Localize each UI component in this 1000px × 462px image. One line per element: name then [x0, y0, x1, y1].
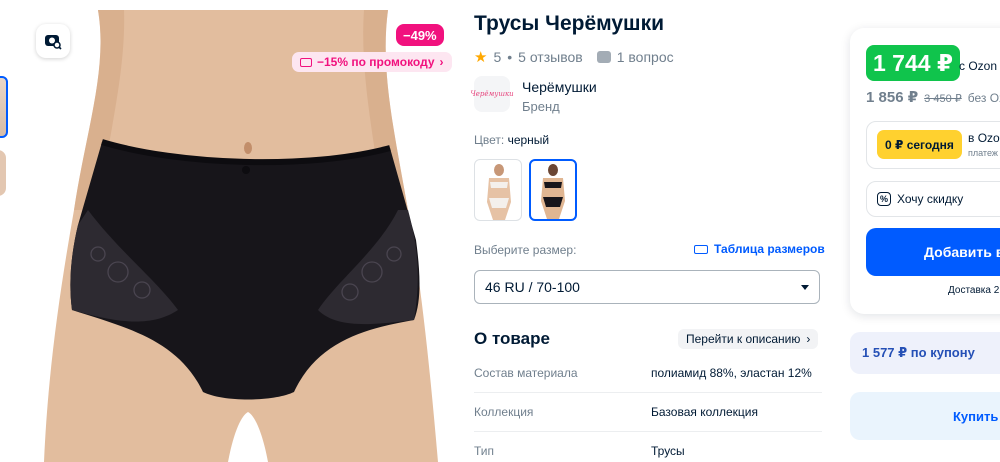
spec-value[interactable]: Трусы	[651, 444, 685, 458]
color-variant-black[interactable]	[529, 159, 577, 221]
rating-row[interactable]: ★ 5 • 5 отзывов 1 вопрос	[474, 48, 674, 66]
star-icon: ★	[474, 49, 488, 66]
gallery-thumbnail[interactable]	[0, 150, 6, 196]
chevron-right-icon: ›	[439, 55, 444, 69]
ticket-icon	[300, 57, 312, 67]
promo-text: −15% по промокоду	[317, 55, 435, 69]
camera-search-icon	[45, 35, 62, 50]
goto-description-text: Перейти к описанию	[686, 332, 801, 346]
delivery-info: Доставка 2	[948, 285, 1000, 296]
color-variant-white[interactable]	[474, 159, 522, 221]
buy-now-button[interactable]: Купить	[850, 392, 1000, 440]
size-select[interactable]: 46 RU / 70-100	[474, 270, 820, 304]
want-discount-button[interactable]: % Хочу скидку	[866, 181, 1000, 217]
about-heading: О товаре	[474, 329, 550, 348]
image-search-button[interactable]	[36, 24, 70, 58]
size-label: Выберите размер:	[474, 243, 577, 257]
installment-today-badge: 0 ₽ сегодня	[877, 130, 962, 159]
brand-block[interactable]: Черёмушки Черёмушки Бренд	[470, 76, 597, 114]
spec-value[interactable]: Базовая коллекция	[651, 405, 758, 419]
brand-label: Бренд	[522, 99, 560, 114]
specs-table: Состав материала полиамид 88%, эластан 1…	[474, 354, 822, 462]
color-label-text: Цвет:	[474, 133, 505, 147]
regular-price-row: 1 856 ₽ 3 450 ₽ без Oz	[866, 88, 1000, 106]
brand-logo: Черёмушки	[470, 76, 514, 112]
gallery-thumbnail-active[interactable]	[0, 76, 8, 138]
caret-down-icon	[801, 284, 809, 290]
color-label: Цвет: черный	[474, 133, 549, 147]
promo-badge[interactable]: −15% по промокоду ›	[292, 52, 452, 72]
spec-key: Коллекция	[474, 405, 534, 419]
spec-key: Тип	[474, 444, 495, 458]
size-table-text: Таблица размеров	[714, 242, 825, 256]
size-table-link[interactable]: Таблица размеров	[694, 242, 825, 256]
add-to-cart-button[interactable]: Добавить в	[866, 228, 1000, 276]
reviews-link[interactable]: 5 отзывов	[518, 49, 583, 65]
ozon-card-price: 1 744 ₽	[866, 45, 960, 81]
coupon-price-button[interactable]: 1 577 ₽ по купону	[850, 332, 1000, 374]
spec-row: Коллекция Базовая коллекция	[474, 393, 822, 432]
ozon-card-price-note: с Ozon	[959, 59, 998, 73]
product-photo[interactable]	[38, 10, 448, 462]
discount-badge: −49%	[396, 24, 444, 46]
color-value: черный	[507, 133, 550, 147]
dot-separator: •	[507, 49, 513, 65]
questions-link[interactable]: 1 вопрос	[617, 49, 674, 65]
brand-logo-text: Черёмушки	[470, 90, 514, 98]
rating-value: 5	[493, 49, 502, 65]
installment-label: в Ozon	[968, 131, 1000, 145]
installment-sublabel: платеж	[968, 148, 998, 158]
regular-price-note: без Oz	[967, 91, 1000, 105]
product-title: Трусы Черёмушки	[474, 12, 664, 35]
spec-row: Тип Трусы	[474, 432, 822, 462]
old-price: 3 450 ₽	[924, 93, 962, 105]
chevron-right-icon: ›	[806, 332, 811, 346]
goto-description-button[interactable]: Перейти к описанию ›	[678, 329, 819, 349]
ruler-icon	[694, 244, 708, 254]
spec-value: полиамид 88%, эластан 12%	[651, 366, 812, 380]
brand-name[interactable]: Черёмушки	[522, 79, 597, 95]
want-discount-text: Хочу скидку	[897, 192, 964, 206]
percent-icon: %	[877, 192, 891, 206]
regular-price: 1 856 ₽	[866, 89, 919, 106]
spec-key: Состав материала	[474, 366, 578, 380]
size-select-value: 46 RU / 70-100	[485, 279, 580, 295]
spec-row: Состав материала полиамид 88%, эластан 1…	[474, 354, 822, 393]
question-icon	[596, 51, 611, 63]
